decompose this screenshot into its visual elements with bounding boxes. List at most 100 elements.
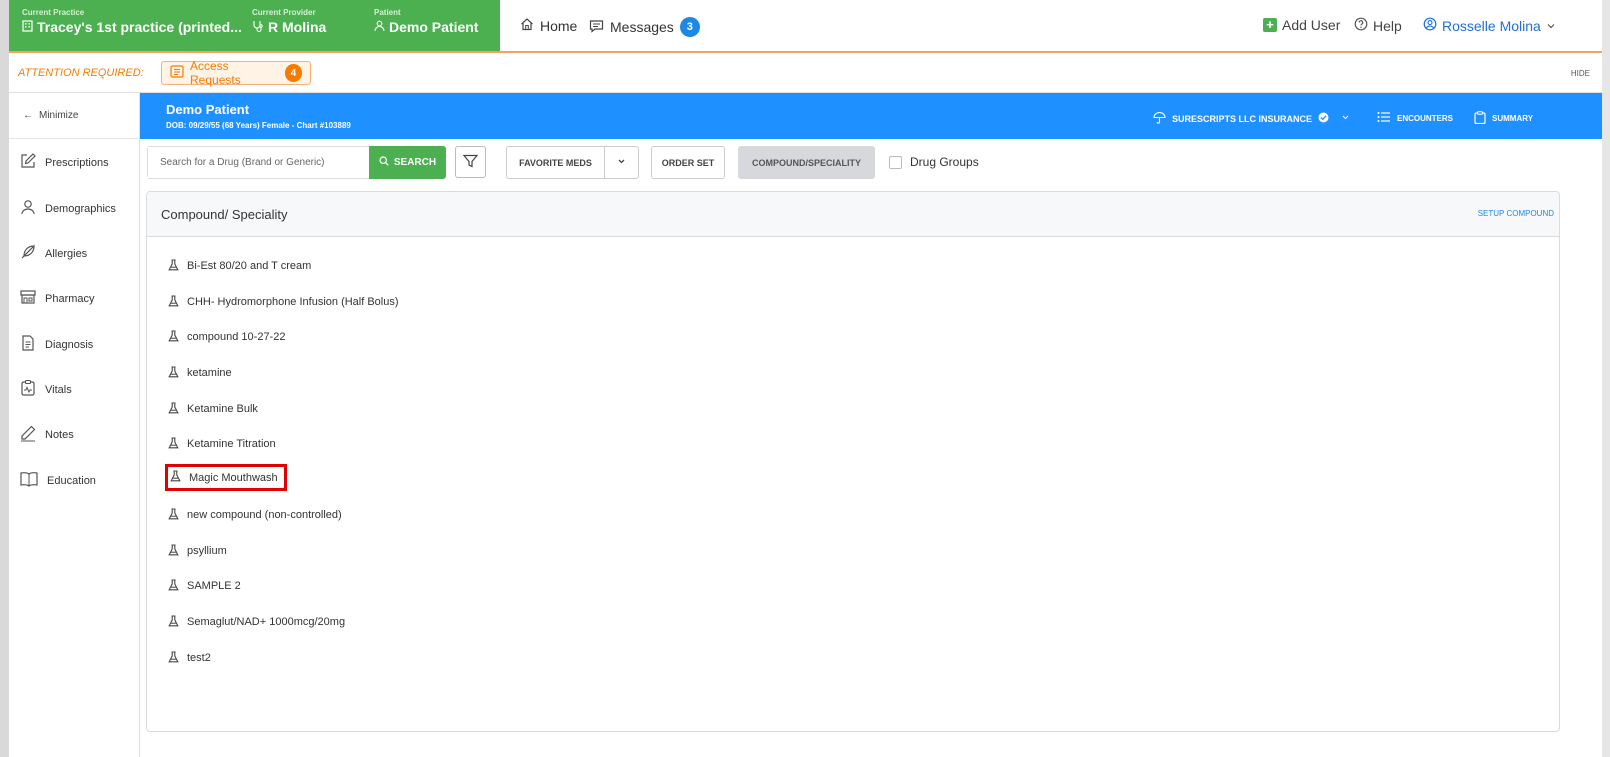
plus-icon: + — [1263, 18, 1277, 32]
compound-item[interactable]: psyllium — [166, 540, 232, 562]
current-practice-value: Tracey's 1st practice (printed... — [37, 19, 242, 35]
compound-item-label: new compound (non-controlled) — [187, 509, 342, 521]
drug-search-input[interactable] — [148, 147, 369, 178]
current-practice[interactable]: Current Practice Tracey's 1st practice (… — [22, 8, 242, 36]
messages-link[interactable]: Messages 3 — [589, 17, 700, 37]
compound-item-label: psyllium — [187, 545, 227, 557]
flask-icon — [170, 470, 181, 485]
setup-compound-link[interactable]: SETUP COMPOUND — [1478, 209, 1554, 218]
sidebar-item-label: Prescriptions — [45, 156, 109, 169]
help-label: Help — [1373, 17, 1402, 34]
top-bar: Current Practice Tracey's 1st practice (… — [9, 0, 1602, 53]
insurance-dropdown[interactable]: SURESCRIPTS LLC INSURANCE — [1153, 111, 1350, 126]
user-icon — [19, 198, 37, 219]
patient-info: DOB: 09/29/55 (68 Years) Female - Chart … — [166, 121, 351, 130]
sidebar-item-allergies[interactable]: Allergies — [19, 243, 87, 264]
compound-panel: Compound/ Speciality SETUP COMPOUND Bi-E… — [146, 191, 1560, 732]
feather-icon — [19, 243, 37, 264]
messages-label: Messages — [610, 19, 674, 35]
user-menu[interactable]: Rosselle Molina — [1423, 17, 1556, 34]
flask-icon — [168, 650, 179, 666]
compound-item[interactable]: new compound (non-controlled) — [166, 504, 347, 526]
messages-count-badge: 3 — [679, 17, 700, 37]
chevron-down-icon — [1546, 18, 1556, 34]
compound-item[interactable]: Bi-Est 80/20 and T cream — [166, 255, 316, 277]
filter-button[interactable] — [455, 146, 486, 178]
help-button[interactable]: Help — [1354, 17, 1402, 34]
current-provider-label: Current Provider — [252, 8, 316, 17]
compound-item-label: test2 — [187, 652, 211, 664]
favorite-meds-label[interactable]: FAVORITE MEDS — [507, 147, 605, 178]
encounters-button[interactable]: ENCOUNTERS — [1377, 111, 1453, 125]
current-patient[interactable]: Patient Demo Patient — [374, 8, 478, 36]
insurance-label: SURESCRIPTS LLC INSURANCE — [1172, 113, 1313, 124]
minimize-button[interactable]: ← Minimize — [9, 93, 139, 139]
stethoscope-icon — [252, 18, 264, 36]
sidebar: ← Minimize Prescriptions Demographics Al… — [9, 93, 140, 757]
book-icon — [19, 470, 39, 491]
sidebar-item-vitals[interactable]: Vitals — [19, 379, 72, 400]
sidebar-item-label: Education — [47, 474, 96, 487]
sidebar-item-diagnosis[interactable]: Diagnosis — [19, 334, 93, 355]
order-set-button[interactable]: ORDER SET — [651, 146, 725, 179]
sidebar-item-notes[interactable]: Notes — [19, 424, 74, 445]
add-user-button[interactable]: + Add User — [1263, 17, 1340, 33]
access-requests-button[interactable]: Access Requests 4 — [161, 59, 311, 87]
compound-item-label: ketamine — [187, 367, 232, 379]
sidebar-item-label: Demographics — [45, 202, 116, 215]
compound-item-label: Ketamine Titration — [187, 438, 276, 450]
access-requests-label: Access Requests — [190, 59, 241, 87]
panel-header: Compound/ Speciality SETUP COMPOUND — [147, 192, 1559, 237]
favorite-meds-dropdown[interactable]: FAVORITE MEDS — [506, 146, 639, 179]
search-button-label: SEARCH — [393, 157, 437, 168]
current-patient-value: Demo Patient — [389, 19, 479, 35]
question-circle-icon — [1354, 17, 1368, 34]
chat-icon — [589, 19, 604, 36]
requests-icon — [170, 65, 184, 81]
checkbox-box[interactable] — [889, 155, 902, 169]
sidebar-item-pharmacy[interactable]: Pharmacy — [19, 288, 95, 309]
sidebar-item-demographics[interactable]: Demographics — [19, 198, 116, 219]
compound-item[interactable]: SAMPLE 2 — [166, 575, 246, 597]
list-icon — [1377, 111, 1391, 125]
compound-item[interactable]: Semaglut/NAD+ 1000mcg/20mg — [166, 611, 350, 633]
clipboard-icon — [1474, 111, 1486, 126]
compound-item[interactable]: Magic Mouthwash — [165, 464, 287, 491]
sidebar-item-education[interactable]: Education — [19, 470, 96, 491]
current-provider-value: R Molina — [268, 19, 327, 35]
current-provider[interactable]: Current Provider R Molina — [252, 8, 326, 36]
compound-item[interactable]: Ketamine Bulk — [166, 398, 263, 420]
app-window: Current Practice Tracey's 1st practice (… — [9, 0, 1602, 757]
compound-item-label: CHH- Hydromorphone Infusion (Half Bolus) — [187, 296, 399, 308]
patient-name: Demo Patient — [166, 102, 250, 117]
document-icon — [19, 334, 37, 355]
flask-icon — [168, 258, 179, 274]
flask-icon — [168, 329, 179, 345]
attention-label: ATTENTION REQUIRED: — [18, 67, 144, 79]
drug-groups-checkbox[interactable]: Drug Groups — [889, 155, 979, 169]
drug-search: SEARCH — [147, 146, 446, 179]
compound-item[interactable]: Ketamine Titration — [166, 433, 281, 455]
flask-icon — [168, 294, 179, 310]
hide-link[interactable]: HIDE — [1571, 69, 1590, 78]
compound-item[interactable]: compound 10-27-22 — [166, 326, 290, 348]
compound-speciality-button[interactable]: COMPOUND/SPECIALITY — [738, 146, 875, 179]
summary-button[interactable]: SUMMARY — [1474, 111, 1533, 126]
compound-item[interactable]: test2 — [166, 647, 216, 669]
chevron-down-icon — [1341, 113, 1350, 124]
home-link[interactable]: Home — [520, 17, 577, 34]
search-icon — [379, 156, 389, 169]
favorite-meds-toggle[interactable] — [605, 147, 638, 178]
summary-label: SUMMARY — [1492, 114, 1534, 123]
sidebar-item-prescriptions[interactable]: Prescriptions — [19, 152, 109, 173]
chevron-down-icon — [617, 157, 626, 168]
home-label: Home — [540, 17, 578, 34]
search-button[interactable]: SEARCH — [369, 146, 446, 179]
edit-icon — [19, 152, 37, 173]
window-right-edge — [1602, 0, 1610, 757]
compound-item[interactable]: CHH- Hydromorphone Infusion (Half Bolus) — [166, 291, 404, 313]
compound-item[interactable]: ketamine — [166, 362, 237, 384]
arrow-left-icon: ← — [23, 110, 33, 121]
flask-icon — [168, 543, 179, 559]
flask-icon — [168, 365, 179, 381]
